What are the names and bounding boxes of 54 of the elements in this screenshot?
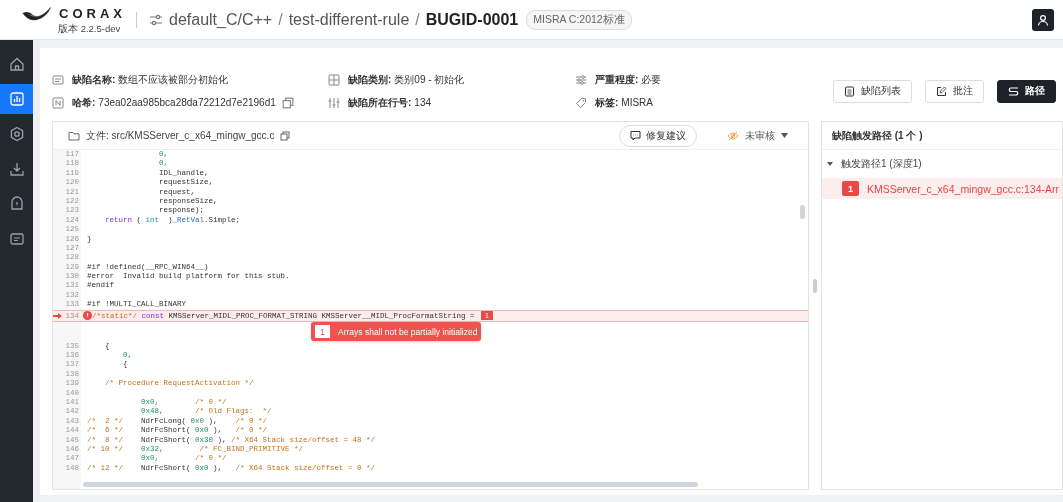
copy-icon[interactable] (281, 96, 294, 109)
panel-title: 缺陷触发路径 (1 个 ) (822, 122, 1062, 150)
review-dropdown[interactable]: 未审核 (727, 128, 788, 143)
equalizer-icon (328, 96, 340, 109)
caret-icon (781, 133, 788, 138)
info-text: 标签: MISRA (595, 95, 653, 110)
info-text: 缺陷名称: 数组不应该被部分初始化 (72, 72, 229, 87)
hash-icon (52, 96, 64, 109)
home-icon (8, 56, 25, 72)
breadcrumb-separator: / (415, 10, 420, 29)
info-text: 严重程度: 必要 (595, 72, 662, 87)
info-text: 缺陷类别: 类别09 - 初始化 (348, 72, 465, 87)
action-button[interactable]: 路径 (997, 79, 1056, 103)
error-icon (83, 311, 92, 321)
chat-icon (630, 130, 641, 141)
card-icon (52, 73, 64, 86)
user-icon (1037, 13, 1049, 26)
breadcrumb-item: BUGID-0001 (425, 10, 519, 29)
path-step[interactable]: 1 KMSServer_c_x64_mingw_gcc.c:134-Arr (822, 178, 1062, 199)
sidebar-item[interactable] (0, 84, 33, 114)
action-button[interactable]: 缺陷列表 (833, 79, 912, 103)
eye-off-icon (727, 129, 739, 142)
version-text: 版本 2.2.5-dev (58, 22, 122, 36)
alert-icon (8, 196, 25, 212)
fix-suggestion-button[interactable]: 修复建议 (619, 124, 697, 147)
scrollbar[interactable] (800, 205, 805, 219)
arrow-icon (53, 312, 62, 319)
user-button[interactable] (1032, 8, 1054, 31)
file-path: 文件: src/KMSServer_c_x64_mingw_gcc.c (86, 128, 275, 143)
bar-chart-icon (8, 91, 25, 107)
breadcrumb-item[interactable]: default_C/C++ (169, 10, 273, 29)
standard-tag: MISRA C:2012标准 (526, 9, 632, 30)
breadcrumb-item[interactable]: test-different-rule (288, 10, 410, 29)
folder-icon (68, 129, 80, 142)
sliders-icon (575, 73, 587, 86)
info-text: 缺陷所在行号: 134 (348, 95, 432, 110)
logo-text: CORAX (59, 6, 126, 21)
route-icon (1008, 85, 1019, 97)
list-icon (844, 85, 855, 97)
tag-icon (575, 96, 587, 109)
copy-icon[interactable] (280, 130, 291, 141)
sliders-icon (149, 12, 163, 27)
tree-item[interactable]: 触发路径1 (深度1) (822, 150, 1062, 178)
issue-message: 1 Arrays shall not be partially initialized (311, 322, 482, 342)
settings-icon (8, 126, 25, 142)
help-icon (8, 231, 25, 247)
edit-icon (936, 85, 947, 97)
action-button[interactable]: 批注 (925, 79, 984, 103)
scrollbar[interactable] (83, 482, 698, 487)
download-icon (8, 161, 25, 177)
splitter-handle[interactable] (813, 278, 817, 293)
info-text: 哈希: 73ea02aa985bca28da72212d7e2196d1 (72, 95, 276, 110)
breadcrumb-separator: / (278, 10, 283, 29)
grid-icon (328, 73, 340, 86)
